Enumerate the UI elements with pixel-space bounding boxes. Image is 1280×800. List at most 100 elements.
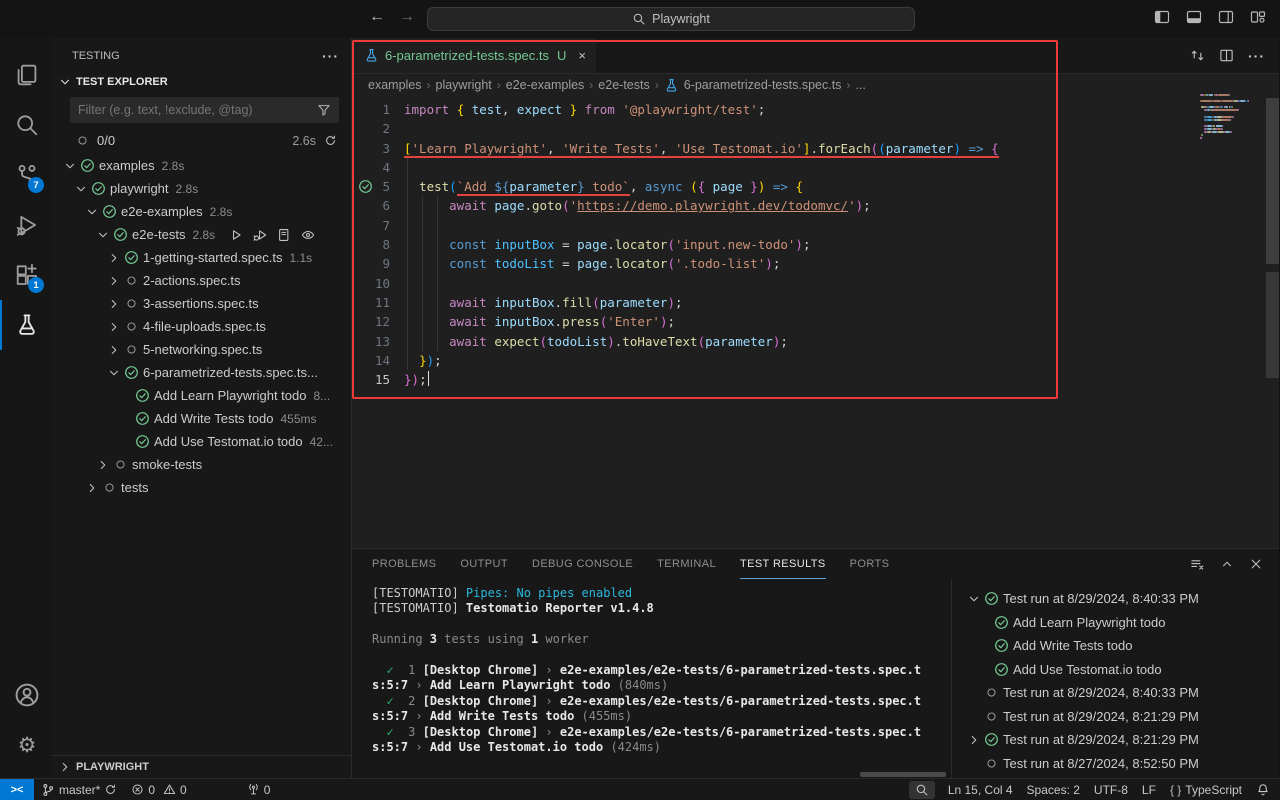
breadcrumb-item[interactable]: playwright [436,78,492,92]
breadcrumb-item[interactable]: e2e-examples [506,78,585,92]
gofile-icon[interactable] [277,228,291,242]
code-line[interactable]: 14 }); [352,351,1279,370]
explorer-icon[interactable] [0,50,52,100]
code-line[interactable]: 7 [352,216,1279,235]
terminal-hscrollbar[interactable] [860,772,946,777]
chevron-right-icon[interactable] [95,458,111,472]
chevron-right-icon[interactable] [106,251,122,265]
test-explorer-item[interactable]: 1-getting-started.spec.ts1.1s [52,246,351,269]
zoom-status-item[interactable] [909,781,935,799]
debugrun-icon[interactable] [253,228,267,242]
problems-item[interactable]: 0 0 [124,779,193,800]
test-run-item[interactable]: Test run at 8/29/2024, 8:40:33 PM [952,681,1279,705]
play-icon[interactable] [229,228,243,242]
search-view-icon[interactable] [0,100,52,150]
test-run-item[interactable]: Test run at 8/29/2024, 8:40:33 PM [952,587,1279,611]
git-branch-item[interactable]: master* [34,779,124,800]
test-explorer-item[interactable]: e2e-tests2.8s [52,223,351,246]
toggle-sidebar-icon[interactable] [1154,9,1170,25]
testing-view-icon[interactable] [0,300,52,350]
chevron-down-icon[interactable] [73,182,89,196]
sidebar-more-actions-icon[interactable]: ··· [322,48,339,64]
scrollbar-slider[interactable] [1266,98,1279,264]
test-explorer-item[interactable]: playwright2.8s [52,177,351,200]
indentation-item[interactable]: Spaces: 2 [1020,779,1087,800]
chevron-right-icon[interactable] [106,274,122,288]
run-tests-compare-icon[interactable] [1190,48,1205,63]
maximize-panel-icon[interactable] [1220,557,1234,571]
notifications-bell-icon[interactable] [1249,779,1280,800]
settings-gear-icon[interactable]: ⚙ [0,720,52,770]
code-line[interactable]: 13 await expect(todoList).toHaveText(par… [352,332,1279,351]
test-explorer-item[interactable]: Add Use Testomat.io todo42... [52,430,351,453]
test-run-item[interactable]: Test run at 8/27/2024, 8:52:50 PM [952,752,1279,776]
tab-6-parametrized-tests[interactable]: 6-parametrized-tests.spec.ts U × [352,38,596,73]
eye-icon[interactable] [301,228,315,242]
cursor-position-item[interactable]: Ln 15, Col 4 [941,779,1020,800]
test-explorer-item[interactable]: 6-parametrized-tests.spec.ts... [52,361,351,384]
code-line[interactable]: 11 await inputBox.fill(parameter); [352,293,1279,312]
code-line[interactable]: 9 const todoList = page.locator('.todo-l… [352,254,1279,273]
chevron-right-icon[interactable] [84,481,100,495]
test-run-item[interactable]: Test run at 8/29/2024, 8:21:29 PM [952,705,1279,729]
chevron-down-icon[interactable] [966,592,982,606]
nav-forward-icon[interactable]: → [396,8,418,26]
encoding-item[interactable]: UTF-8 [1087,779,1135,800]
toggle-secondary-sidebar-icon[interactable] [1218,9,1234,25]
code-line[interactable]: 4 [352,158,1279,177]
panel-tab-test-results[interactable]: TEST RESULTS [740,549,826,579]
code-line[interactable]: 6 await page.goto('https://demo.playwrig… [352,196,1279,215]
test-explorer-item[interactable]: 3-assertions.spec.ts [52,292,351,315]
language-mode-item[interactable]: { } TypeScript [1163,779,1249,800]
test-run-item[interactable]: Add Learn Playwright todo [952,611,1279,635]
source-control-icon[interactable]: 7 [0,150,52,200]
chevron-right-icon[interactable] [106,343,122,357]
test-explorer-item[interactable]: 5-networking.spec.ts [52,338,351,361]
test-explorer-item[interactable]: Add Write Tests todo455ms [52,407,351,430]
test-explorer-item[interactable]: Add Learn Playwright todo8... [52,384,351,407]
run-debug-icon[interactable] [0,200,52,250]
code-line[interactable]: 10 [352,274,1279,293]
editor-more-actions-icon[interactable]: ··· [1248,48,1265,64]
filter-icon[interactable] [317,103,331,117]
panel-tab-ports[interactable]: PORTS [850,549,890,579]
breadcrumb-item[interactable]: examples [368,78,422,92]
test-filter-input[interactable] [78,103,311,117]
chevron-down-icon[interactable] [106,366,122,380]
nav-back-icon[interactable]: ← [366,8,388,26]
test-run-item[interactable]: Add Write Tests todo [952,634,1279,658]
test-run-item[interactable] [952,775,1279,778]
minimap[interactable] [1200,94,1262,140]
playwright-section-header[interactable]: PLAYWRIGHT [52,755,351,778]
test-explorer-item[interactable]: smoke-tests [52,453,351,476]
toggle-panel-icon[interactable] [1186,9,1202,25]
tab-close-icon[interactable]: × [578,48,586,63]
test-filter-box[interactable] [70,97,339,123]
code-line[interactable]: 1import { test, expect } from '@playwrig… [352,100,1279,119]
code-line[interactable]: 3['Learn Playwright', 'Write Tests', 'Us… [352,139,1279,158]
scrollbar-slider[interactable] [1266,272,1279,378]
clear-output-icon[interactable] [1190,557,1205,572]
chevron-down-icon[interactable] [58,75,72,89]
code-line[interactable]: 8 const inputBox = page.locator('input.n… [352,235,1279,254]
test-results-output[interactable]: [TESTOMATIO] Pipes: No pipes enabled[TES… [352,579,952,778]
panel-tab-output[interactable]: OUTPUT [460,549,508,579]
refresh-icon[interactable] [324,134,337,147]
chevron-right-icon[interactable] [106,320,122,334]
chevron-down-icon[interactable] [95,228,111,242]
test-explorer-item[interactable]: 4-file-uploads.spec.ts [52,315,351,338]
code-editor[interactable]: 1import { test, expect } from '@playwrig… [352,96,1279,548]
test-explorer-item[interactable]: 2-actions.spec.ts [52,269,351,292]
test-run-item[interactable]: Add Use Testomat.io todo [952,658,1279,682]
accounts-icon[interactable] [0,670,52,720]
ports-item[interactable]: 0 [240,779,278,800]
breadcrumb-item[interactable]: e2e-tests [598,78,649,92]
code-line[interactable]: 2 [352,119,1279,138]
customize-layout-icon[interactable] [1250,9,1266,25]
breadcrumb[interactable]: examples›playwright›e2e-examples›e2e-tes… [352,74,1279,96]
test-explorer-item[interactable]: e2e-examples2.8s [52,200,351,223]
test-explorer-item[interactable]: examples2.8s [52,154,351,177]
panel-tab-debug-console[interactable]: DEBUG CONSOLE [532,549,633,579]
close-panel-icon[interactable] [1249,557,1263,571]
panel-tab-terminal[interactable]: TERMINAL [657,549,716,579]
